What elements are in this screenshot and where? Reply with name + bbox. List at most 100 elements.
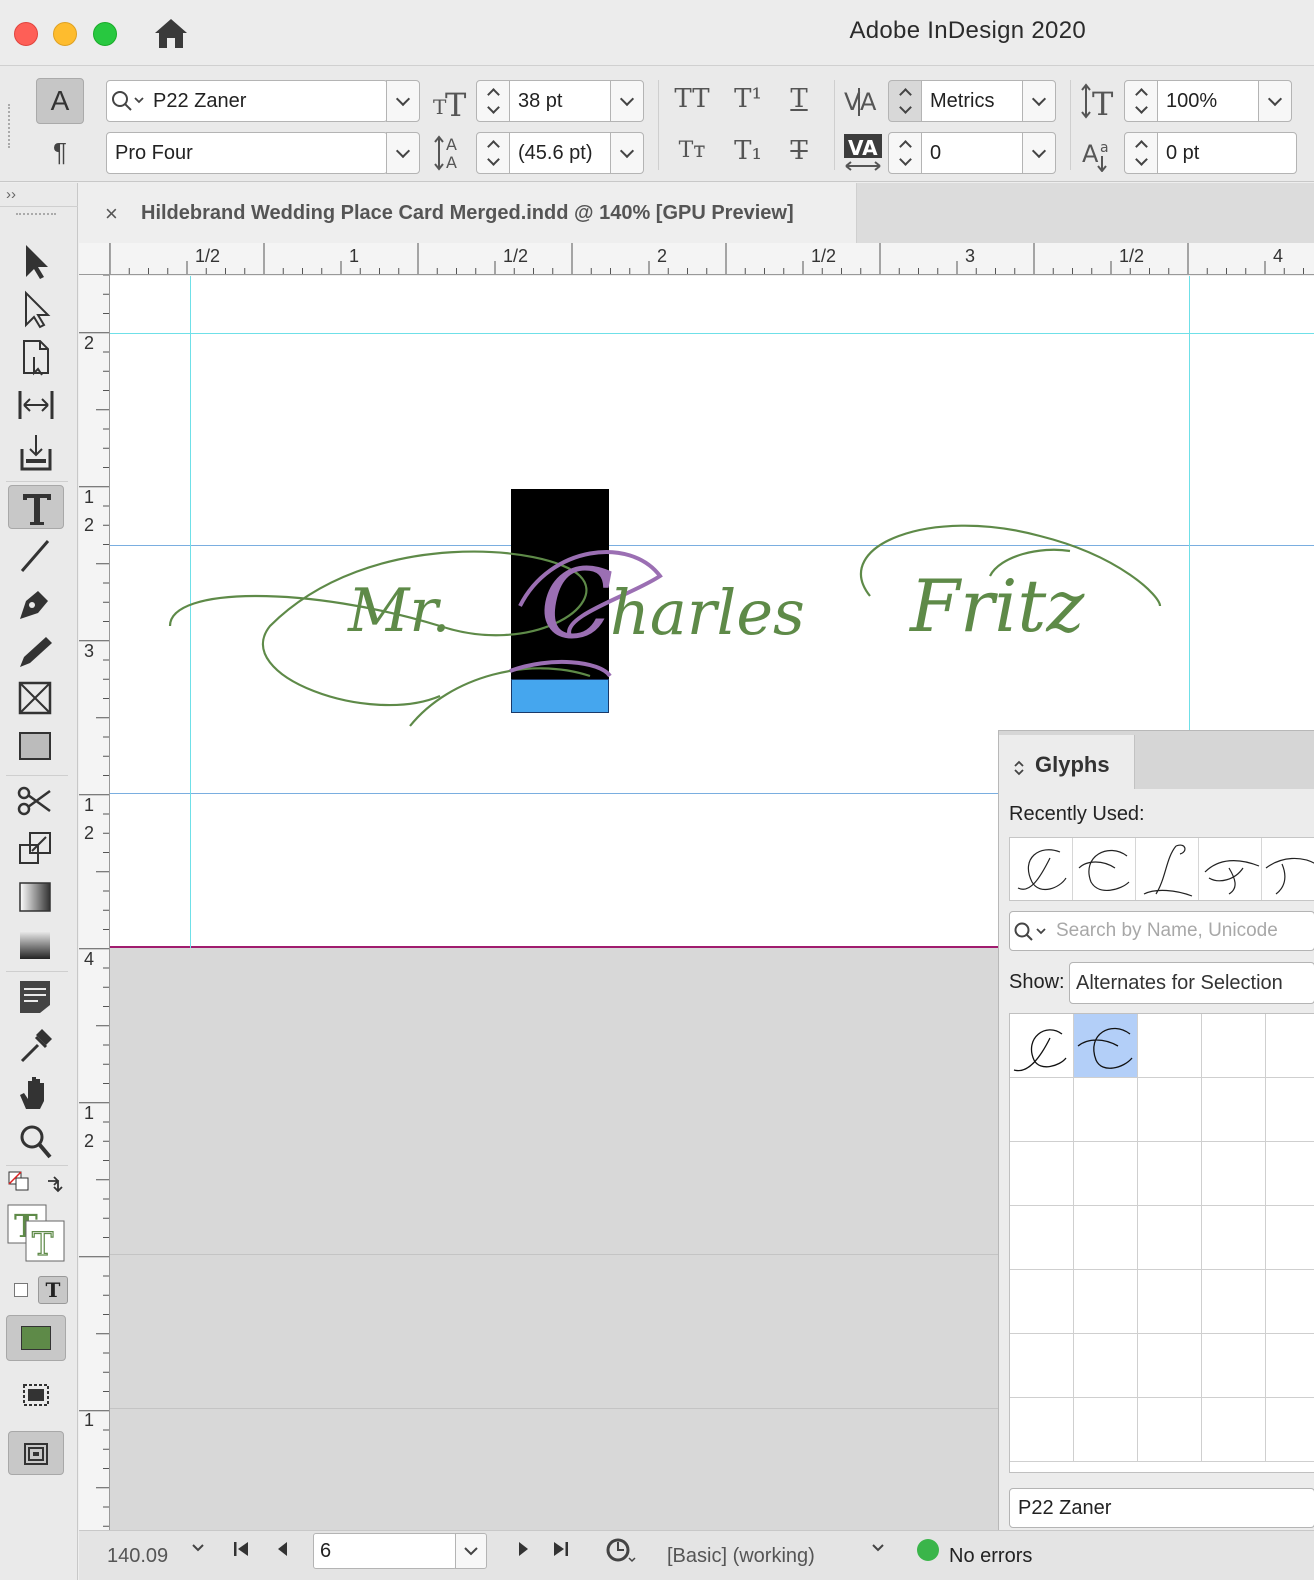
apply-color-button[interactable] xyxy=(6,1315,66,1361)
glyph-cell[interactable] xyxy=(1202,1334,1266,1398)
recent-glyph[interactable] xyxy=(1010,838,1073,900)
glyph-cell[interactable] xyxy=(1266,1014,1314,1078)
glyph-cell[interactable] xyxy=(1010,1078,1074,1142)
recent-glyph[interactable] xyxy=(1199,838,1262,900)
formatting-container-icon[interactable] xyxy=(14,1283,28,1297)
pencil-tool[interactable] xyxy=(8,629,64,673)
leading-stepper[interactable] xyxy=(476,132,510,174)
panel-grip[interactable] xyxy=(16,213,56,219)
note-tool[interactable] xyxy=(8,975,64,1019)
glyph-cell[interactable] xyxy=(1202,1270,1266,1334)
glyph-cell[interactable] xyxy=(1074,1398,1138,1462)
vertical-scale-stepper[interactable] xyxy=(1124,80,1158,122)
type-tool[interactable] xyxy=(8,485,64,529)
glyph-cell[interactable] xyxy=(1202,1014,1266,1078)
fill-stroke-proxy[interactable]: T T xyxy=(6,1203,66,1265)
glyph-cell[interactable] xyxy=(1138,1270,1202,1334)
direct-selection-tool[interactable] xyxy=(8,287,64,331)
view-options-button[interactable] xyxy=(8,1431,64,1475)
tracking-stepper[interactable] xyxy=(888,132,922,174)
all-caps-icon[interactable]: TT xyxy=(672,84,712,114)
tracking-field[interactable]: 0 xyxy=(921,132,1023,174)
recent-glyph[interactable] xyxy=(1262,838,1314,900)
page-tool[interactable] xyxy=(8,335,64,379)
profile-dropdown-icon[interactable] xyxy=(871,1541,885,1555)
gap-tool[interactable] xyxy=(8,383,64,427)
text-last-name[interactable]: Fritz xyxy=(910,564,1084,648)
previous-page-icon[interactable] xyxy=(273,1539,293,1559)
glyph-cell[interactable] xyxy=(1074,1334,1138,1398)
glyph-cell[interactable] xyxy=(1266,1270,1314,1334)
glyph-font-field[interactable]: P22 Zaner xyxy=(1009,1488,1314,1528)
content-collector-tool[interactable] xyxy=(8,431,64,475)
glyph-cell-selected[interactable] xyxy=(1074,1014,1138,1078)
formatting-text-icon[interactable]: T xyxy=(38,1276,68,1304)
font-family-dropdown[interactable] xyxy=(386,80,420,122)
first-page-icon[interactable] xyxy=(231,1539,251,1559)
glyphs-tab[interactable]: Glyphs xyxy=(999,735,1135,789)
glyph-cell[interactable] xyxy=(1010,1014,1074,1078)
underline-icon[interactable]: T xyxy=(782,84,816,114)
glyph-cell[interactable] xyxy=(1010,1206,1074,1270)
glyph-cell[interactable] xyxy=(1266,1142,1314,1206)
page-number-field[interactable]: 6 xyxy=(313,1533,457,1569)
panel-grip[interactable] xyxy=(8,104,12,148)
font-style-field[interactable]: Pro Four xyxy=(106,132,388,174)
kerning-field[interactable]: Metrics xyxy=(921,80,1023,122)
tracking-dropdown[interactable] xyxy=(1022,132,1056,174)
ruler-origin[interactable] xyxy=(79,243,110,275)
preflight-status[interactable]: No errors xyxy=(949,1545,1032,1568)
leading-field[interactable]: (45.6 pt) xyxy=(509,132,611,174)
next-page-icon[interactable] xyxy=(513,1539,533,1559)
glyph-cell[interactable] xyxy=(1266,1334,1314,1398)
character-mode-button[interactable]: A xyxy=(36,78,84,124)
selection-tool[interactable] xyxy=(8,239,64,283)
baseline-shift-stepper[interactable] xyxy=(1124,132,1158,174)
font-size-field[interactable]: 38 pt xyxy=(509,80,611,122)
baseline-shift-field[interactable]: 0 pt xyxy=(1157,132,1297,174)
glyph-cell[interactable] xyxy=(1202,1078,1266,1142)
free-transform-tool[interactable] xyxy=(8,827,64,871)
glyph-cell[interactable] xyxy=(1138,1206,1202,1270)
leading-dropdown[interactable] xyxy=(610,132,644,174)
close-window-button[interactable] xyxy=(14,22,38,46)
glyph-cell[interactable] xyxy=(1266,1206,1314,1270)
glyph-cell[interactable] xyxy=(1138,1334,1202,1398)
screen-mode-normal[interactable] xyxy=(8,1373,64,1417)
glyph-cell[interactable] xyxy=(1202,1142,1266,1206)
glyph-cell[interactable] xyxy=(1074,1206,1138,1270)
font-style-dropdown[interactable] xyxy=(386,132,420,174)
zoom-window-button[interactable] xyxy=(93,22,117,46)
gradient-swatch-tool[interactable] xyxy=(8,875,64,919)
glyph-cell[interactable] xyxy=(1010,1270,1074,1334)
minimize-window-button[interactable] xyxy=(53,22,77,46)
page-number-dropdown[interactable] xyxy=(455,1533,487,1569)
glyph-cell[interactable] xyxy=(1266,1398,1314,1462)
glyph-cell[interactable] xyxy=(1138,1398,1202,1462)
kerning-dropdown[interactable] xyxy=(1022,80,1056,122)
open-document-page-icon[interactable] xyxy=(605,1536,637,1564)
close-tab-icon[interactable]: × xyxy=(105,201,118,227)
glyph-cell[interactable] xyxy=(1266,1078,1314,1142)
default-fill-stroke-icon[interactable] xyxy=(8,1171,30,1191)
glyph-cell[interactable] xyxy=(1138,1014,1202,1078)
text-prefix[interactable]: Mr. xyxy=(348,576,451,646)
vertical-scale-dropdown[interactable] xyxy=(1258,80,1292,122)
pen-tool[interactable] xyxy=(8,581,64,625)
glyph-cell[interactable] xyxy=(1138,1078,1202,1142)
vertical-scale-field[interactable]: 100% xyxy=(1157,80,1259,122)
show-select[interactable]: Alternates for Selection xyxy=(1069,962,1314,1004)
zoom-tool[interactable] xyxy=(8,1119,64,1163)
superscript-icon[interactable]: T¹ xyxy=(728,84,768,114)
strikethrough-icon[interactable]: T xyxy=(782,136,816,166)
recent-glyph[interactable] xyxy=(1073,838,1136,900)
kerning-stepper[interactable] xyxy=(888,80,922,122)
scissors-tool[interactable] xyxy=(8,779,64,823)
glyph-cell[interactable] xyxy=(1202,1398,1266,1462)
glyph-cell[interactable] xyxy=(1074,1078,1138,1142)
text-first-name[interactable]: harles xyxy=(610,576,805,649)
glyph-cell[interactable] xyxy=(1010,1398,1074,1462)
recent-glyph[interactable] xyxy=(1136,838,1199,900)
rectangle-frame-tool[interactable] xyxy=(8,677,64,721)
home-icon[interactable] xyxy=(152,16,190,50)
